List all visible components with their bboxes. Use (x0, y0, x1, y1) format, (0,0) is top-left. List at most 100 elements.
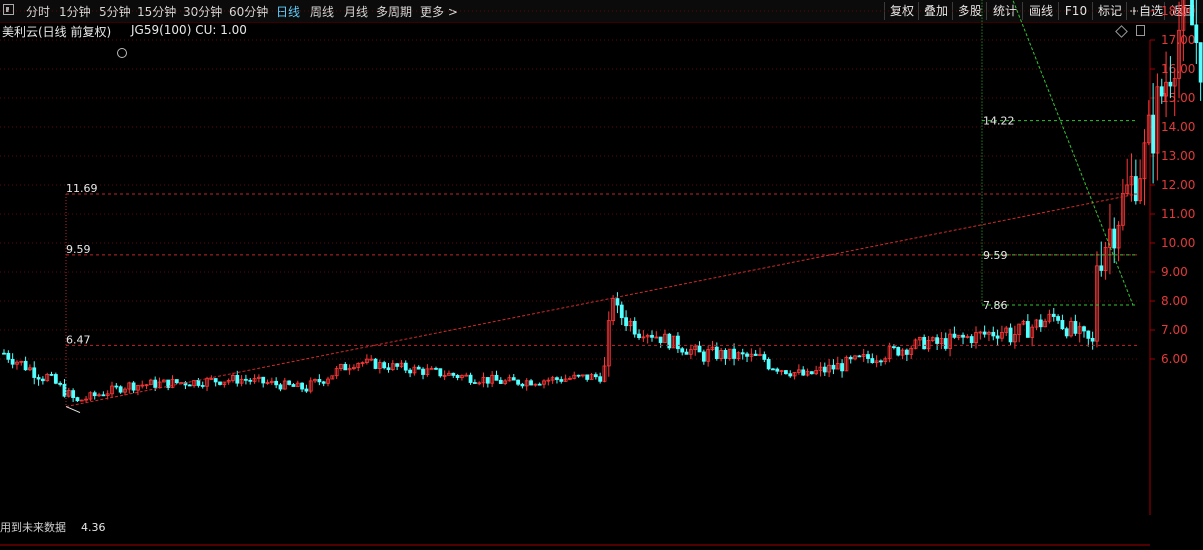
fib-level-label-2: 7.86 (983, 299, 1008, 312)
candle-body-230 (995, 335, 1000, 339)
y-tick-label-13: 8.00 (1161, 294, 1188, 308)
candle-body-266 (1151, 114, 1156, 154)
candle-body-35 (153, 379, 158, 388)
candle-body-243 (1051, 313, 1056, 317)
y-tick-label-14: 7.00 (1161, 323, 1188, 337)
candle-body-49 (213, 378, 218, 383)
candle-body-13 (58, 382, 63, 385)
candlestick-chart[interactable]: 21.0020.0019.0018.0017.0016.0015.0014.00… (0, 0, 1203, 550)
y-tick-label-12: 9.00 (1161, 265, 1188, 279)
candle-body-5 (23, 360, 28, 371)
candle-body-158 (684, 351, 689, 355)
candle-body-16 (71, 390, 76, 398)
candle-body-88 (382, 362, 387, 369)
candle-body-115 (498, 379, 503, 384)
candle-body-67 (291, 384, 296, 387)
candle-body-12 (53, 374, 58, 384)
candle-body-150 (650, 334, 654, 338)
candle-body-86 (373, 358, 378, 369)
candle-body-275 (1190, 0, 1194, 26)
candle-body-176 (762, 354, 767, 360)
candle-body-129 (559, 379, 564, 382)
candle-body-120 (520, 383, 525, 387)
candle-body-45 (196, 380, 201, 386)
candle-body-198 (857, 355, 862, 358)
candle-body-93 (403, 362, 408, 371)
low-label: 4.36 (81, 521, 106, 534)
candle-body-185 (801, 369, 806, 376)
candle-body-70 (304, 388, 309, 392)
candle-body-119 (516, 379, 520, 385)
footer-note: 用到未来数据 (0, 520, 66, 534)
low-pointer (65, 406, 81, 414)
candle-body-101 (438, 368, 443, 377)
candle-body-104 (451, 372, 456, 376)
candle-body-27 (118, 386, 123, 393)
candle-body-142 (615, 298, 620, 306)
candle-body-89 (386, 367, 391, 370)
candle-body-91 (395, 363, 400, 367)
y-tick-label-9: 12.00 (1161, 178, 1195, 192)
candle-body-248 (1073, 321, 1078, 334)
y-tick-label-7: 14.00 (1161, 120, 1195, 134)
candle-body-69 (300, 382, 304, 390)
candle-body-114 (494, 374, 499, 381)
candle-body-79 (343, 363, 348, 371)
candle-body-7 (32, 367, 37, 378)
candle-body-222 (961, 334, 965, 338)
candle-body-187 (809, 371, 814, 375)
y-tick-label-15: 6.00 (1161, 352, 1188, 366)
candle-body-30 (131, 382, 136, 391)
candle-body-224 (969, 336, 974, 344)
candle-body-74 (321, 381, 326, 384)
candle-body-60 (261, 376, 266, 384)
candle-body-203 (879, 360, 883, 363)
candle-body-161 (697, 345, 702, 353)
candle-body-146 (632, 320, 637, 335)
candle-body-96 (416, 366, 421, 370)
candle-body-138 (598, 376, 603, 382)
candle-body-268 (1159, 86, 1164, 97)
y-tick-label-4: 17.00 (1161, 33, 1195, 47)
candle-body-2 (10, 358, 15, 365)
y-tick-label-8: 13.00 (1161, 149, 1195, 163)
candle-body-252 (1090, 337, 1095, 342)
candle-body-181 (784, 370, 788, 375)
candle-body-240 (1038, 319, 1043, 328)
candle-body-40 (174, 379, 179, 384)
candle-body-182 (788, 373, 793, 377)
candle-body-216 (935, 337, 940, 344)
candle-body-66 (287, 380, 292, 385)
candle-body-177 (766, 359, 771, 370)
candle-body-0 (2, 352, 6, 355)
candle-body-144 (624, 317, 628, 327)
candle-body-276 (1194, 24, 1199, 44)
candle-body-147 (637, 333, 641, 339)
candle-body-26 (114, 385, 119, 388)
candle-body-63 (274, 380, 279, 386)
price-level-label-0: 11.69 (66, 182, 98, 195)
candle-body-262 (1133, 176, 1138, 202)
candle-body-54 (235, 374, 240, 384)
candle-body-73 (317, 379, 322, 383)
y-tick-label-11: 10.00 (1161, 236, 1195, 250)
candle-body-94 (408, 369, 412, 374)
candle-body-192 (831, 364, 836, 370)
candle-body-23 (101, 394, 106, 397)
candle-body-100 (434, 367, 438, 370)
candle-body-108 (468, 374, 473, 383)
candle-body-233 (1008, 327, 1013, 343)
candle-body-270 (1168, 81, 1173, 87)
candle-body-171 (740, 352, 745, 355)
candle-body-157 (680, 348, 685, 353)
candle-body-227 (982, 331, 987, 335)
fib-level-label-1: 9.59 (983, 249, 1008, 262)
candle-body-1 (6, 352, 11, 360)
candle-body-190 (822, 366, 827, 373)
candle-body-156 (676, 335, 680, 350)
price-level-label-1: 9.59 (66, 243, 91, 256)
candle-body-137 (593, 374, 598, 378)
candle-body-50 (218, 381, 222, 385)
candle-body-237 (1025, 321, 1030, 338)
candle-body-244 (1056, 316, 1060, 321)
